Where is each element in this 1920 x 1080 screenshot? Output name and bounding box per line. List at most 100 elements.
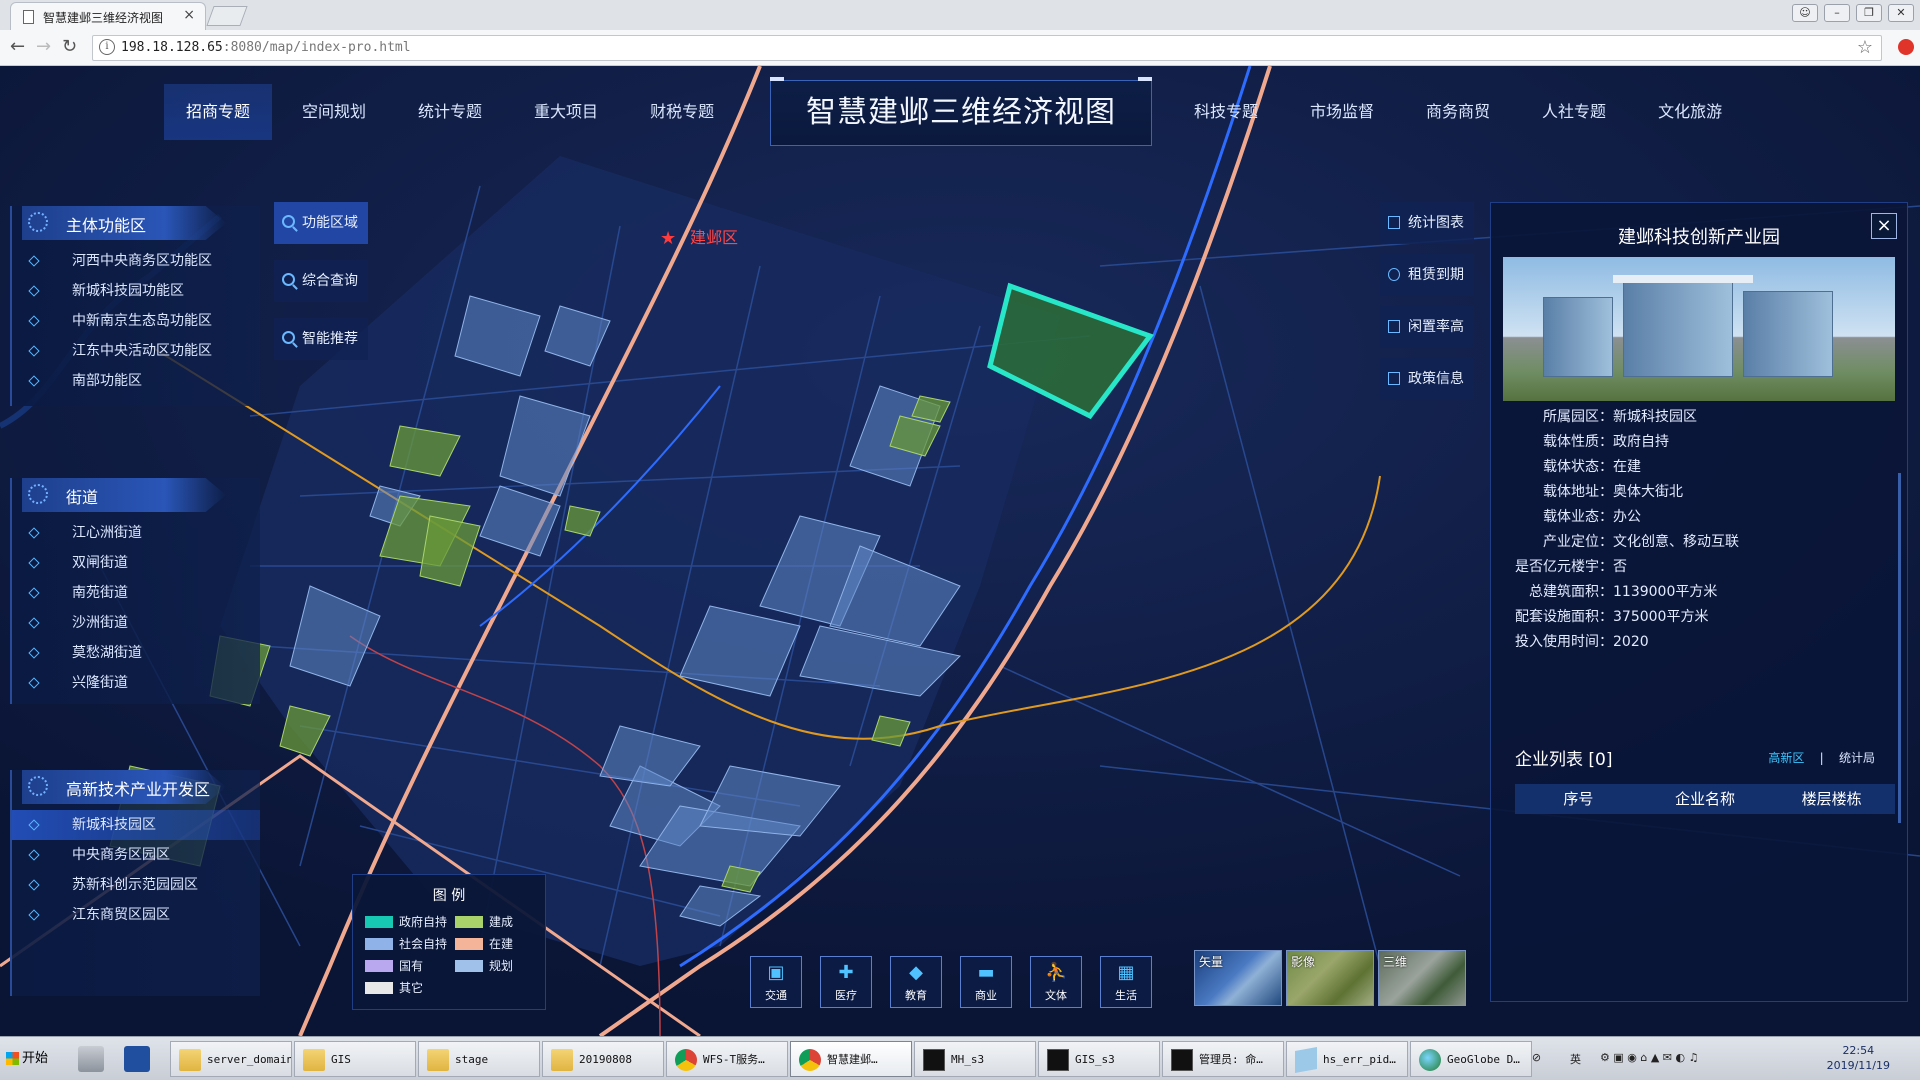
- forward-icon[interactable]: →: [36, 36, 51, 57]
- nav-tab[interactable]: 招商专题: [164, 84, 273, 140]
- taskbar-item[interactable]: MH_s3: [914, 1041, 1036, 1077]
- nav-tab[interactable]: 统计专题: [396, 84, 504, 140]
- category-label: 文体: [1045, 989, 1067, 1002]
- site-info-icon[interactable]: i: [99, 39, 115, 55]
- category-label: 生活: [1115, 989, 1137, 1002]
- diamond-icon: [28, 285, 40, 297]
- taskbar-item[interactable]: GIS_s3: [1038, 1041, 1160, 1077]
- basemap-imagery[interactable]: 影像: [1286, 950, 1374, 1006]
- category-button[interactable]: ✚ 医疗: [820, 956, 872, 1008]
- taskbar-item-label: server_domain: [207, 1053, 292, 1066]
- nav-tab[interactable]: 科技专题: [1172, 84, 1280, 140]
- document-icon: [1388, 372, 1400, 385]
- taskbar-item[interactable]: WFS-T服务…: [666, 1041, 788, 1077]
- category-button[interactable]: ◆ 教育: [890, 956, 942, 1008]
- list-item[interactable]: 南苑街道: [12, 578, 260, 608]
- tab-close-icon[interactable]: ×: [183, 7, 195, 23]
- taskbar-item[interactable]: GeoGlobe D…: [1410, 1041, 1532, 1077]
- tab-statistics[interactable]: 统计局: [1839, 751, 1875, 765]
- category-button[interactable]: ▦ 生活: [1100, 956, 1152, 1008]
- user-icon[interactable]: ☺: [1792, 4, 1818, 22]
- taskbar-item[interactable]: 20190808: [542, 1041, 664, 1077]
- attribute-key: 投入使用时间：: [1515, 634, 1613, 650]
- taskbar-item[interactable]: stage: [418, 1041, 540, 1077]
- query-button[interactable]: 综合查询: [274, 260, 368, 302]
- nav-tab[interactable]: 市场监督: [1288, 84, 1396, 140]
- func-area-button[interactable]: 功能区域: [274, 202, 368, 244]
- taskbar-item[interactable]: 智慧建邺…: [790, 1041, 912, 1077]
- attribute-value: 奥体大街北: [1613, 484, 1683, 500]
- nav-tab[interactable]: 重大项目: [512, 84, 620, 140]
- scrollbar[interactable]: [1898, 473, 1901, 823]
- lease-expiry-button[interactable]: 租赁到期: [1380, 254, 1474, 296]
- maximize-button[interactable]: ❐: [1856, 4, 1882, 22]
- tab-hitech[interactable]: 高新区: [1768, 751, 1804, 765]
- source-tabs: 高新区 | 统计局: [1768, 749, 1875, 766]
- list-item[interactable]: 江东中央活动区功能区: [12, 336, 260, 366]
- taskbar-item[interactable]: hs_err_pid…: [1286, 1041, 1408, 1077]
- list-item[interactable]: 河西中央商务区功能区: [12, 246, 260, 276]
- taskbar-item[interactable]: GIS: [294, 1041, 416, 1077]
- diamond-icon: [28, 557, 40, 569]
- clock[interactable]: 22:54 2019/11/19: [1827, 1043, 1890, 1073]
- diamond-icon: [28, 617, 40, 629]
- target-icon: [28, 776, 48, 796]
- list-item[interactable]: 兴隆街道: [12, 668, 260, 698]
- list-item[interactable]: 江东商贸区园区: [12, 900, 260, 930]
- start-button[interactable]: 开始: [2, 1045, 48, 1073]
- browser-tab[interactable]: 智慧建邺三维经济视图 ×: [10, 2, 206, 30]
- list-item[interactable]: 江心洲街道: [12, 518, 260, 548]
- bookmark-star-icon[interactable]: ☆: [1857, 37, 1873, 58]
- nav-tab[interactable]: 人社专题: [1520, 84, 1628, 140]
- policy-info-button[interactable]: 政策信息: [1380, 358, 1474, 400]
- list-item[interactable]: 中央商务区园区: [12, 840, 260, 870]
- location-pin-icon: [282, 215, 295, 228]
- vacancy-button[interactable]: 闲置率高: [1380, 306, 1474, 348]
- category-button[interactable]: ▣ 交通: [750, 956, 802, 1008]
- tray-more-icons[interactable]: ⚙ ▣ ◉ ⌂ ▲ ✉ ◐ ♫: [1600, 1051, 1698, 1064]
- taskbar-item[interactable]: 管理员: 命…: [1162, 1041, 1284, 1077]
- basemap-3d[interactable]: 三维: [1378, 950, 1466, 1006]
- taskbar-item[interactable]: server_domain: [170, 1041, 292, 1077]
- nav-tab[interactable]: 文化旅游: [1636, 84, 1744, 140]
- list-item[interactable]: 双闸街道: [12, 548, 260, 578]
- url-input[interactable]: i 198.18.128.65:8080/map/index-pro.html …: [92, 35, 1882, 61]
- back-icon[interactable]: ←: [10, 36, 25, 57]
- close-window-button[interactable]: ✕: [1888, 4, 1914, 22]
- sports-icon: ⛹: [1045, 962, 1068, 983]
- ime-indicator[interactable]: 英: [1570, 1051, 1581, 1067]
- extension-icon[interactable]: [1898, 39, 1914, 55]
- server-manager-icon[interactable]: [78, 1046, 104, 1072]
- roof-canopy: [1613, 275, 1753, 283]
- list-item-label: 莫愁湖街道: [72, 645, 142, 661]
- reload-icon[interactable]: ↻: [62, 36, 77, 57]
- basemap-vector[interactable]: 矢量: [1194, 950, 1282, 1006]
- building-shape: [1623, 281, 1733, 377]
- category-button[interactable]: ⛹ 文体: [1030, 956, 1082, 1008]
- list-item[interactable]: 新城科技园功能区: [12, 276, 260, 306]
- new-tab-button[interactable]: [206, 6, 248, 26]
- minimize-button[interactable]: –: [1824, 4, 1850, 22]
- list-item[interactable]: 莫愁湖街道: [12, 638, 260, 668]
- list-item[interactable]: 中新南京生态岛功能区: [12, 306, 260, 336]
- list-item[interactable]: 苏新科创示范园园区: [12, 870, 260, 900]
- list-item[interactable]: 新城科技园区: [12, 810, 260, 840]
- nav-tab[interactable]: 商务商贸: [1404, 84, 1512, 140]
- legend-label: 社会自持: [399, 937, 448, 951]
- list-item[interactable]: 南部功能区: [12, 366, 260, 396]
- list-item-label: 江东中央活动区功能区: [72, 343, 212, 359]
- nav-tab[interactable]: 空间规划: [280, 84, 388, 140]
- attribute-row: 产业定位：文化创意、移动互联: [1503, 530, 1739, 555]
- stats-chart-button[interactable]: 统计图表: [1380, 202, 1474, 244]
- diamond-icon: [28, 677, 40, 689]
- attribute-key: 载体状态：: [1543, 459, 1613, 475]
- category-button[interactable]: ▬ 商业: [960, 956, 1012, 1008]
- recommend-button[interactable]: 智能推荐: [274, 318, 368, 360]
- legend-swatch: [365, 982, 393, 994]
- top-nav-left: 招商专题 空间规划 统计专题 重大项目 财税专题: [160, 84, 740, 140]
- list-item[interactable]: 沙洲街道: [12, 608, 260, 638]
- category-label: 商业: [975, 989, 997, 1002]
- powershell-icon[interactable]: [124, 1046, 150, 1072]
- nav-tab[interactable]: 财税专题: [628, 84, 736, 140]
- tab-title: 智慧建邺三维经济视图: [43, 11, 164, 25]
